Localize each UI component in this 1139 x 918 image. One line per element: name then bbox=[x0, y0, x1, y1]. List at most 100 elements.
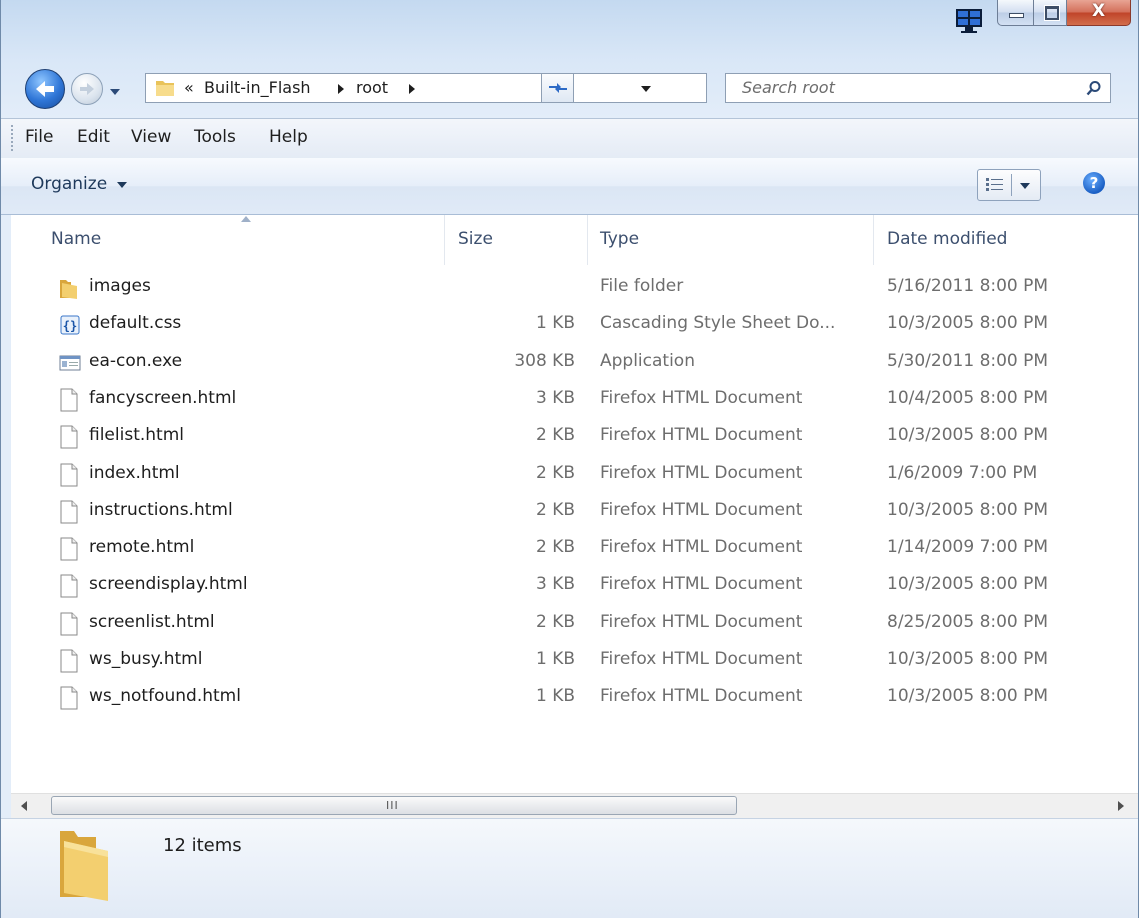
exe-file-icon bbox=[59, 351, 81, 375]
html-file-icon bbox=[59, 463, 79, 487]
column-divider[interactable] bbox=[587, 215, 588, 265]
file-list: Name Size Type Date modified images File … bbox=[11, 215, 1138, 793]
address-bar[interactable]: « Built-in_Flash root bbox=[145, 73, 707, 103]
file-size: 1 KB bbox=[535, 313, 575, 334]
sort-ascending-icon bbox=[241, 216, 251, 222]
minimize-icon bbox=[1009, 13, 1024, 18]
file-size: 2 KB bbox=[535, 425, 575, 446]
file-row[interactable]: screendisplay.html 3 KB Firefox HTML Docum… bbox=[11, 570, 1138, 607]
column-divider[interactable] bbox=[873, 215, 874, 265]
help-icon[interactable]: ? bbox=[1083, 172, 1105, 194]
search-box[interactable]: Search root bbox=[725, 73, 1111, 103]
html-file-icon bbox=[59, 574, 79, 598]
close-button[interactable]: X bbox=[1067, 0, 1131, 26]
menu-help[interactable]: Help bbox=[269, 127, 308, 147]
column-name[interactable]: Name bbox=[51, 229, 101, 249]
recent-pages-dropdown[interactable] bbox=[109, 83, 121, 95]
menu-file[interactable]: File bbox=[25, 127, 53, 147]
file-row[interactable]: index.html 2 KB Firefox HTML Document 1/6/2… bbox=[11, 459, 1138, 496]
file-size: 308 KB bbox=[514, 350, 575, 371]
file-date-modified: 5/30/2011 8:00 PM bbox=[887, 350, 1049, 371]
chevron-down-icon bbox=[110, 89, 120, 95]
display-switch-icon[interactable] bbox=[955, 8, 983, 33]
horizontal-scrollbar[interactable]: III bbox=[11, 793, 1138, 818]
file-name: screendisplay.html bbox=[89, 574, 248, 595]
chevron-down-icon bbox=[116, 182, 127, 188]
file-row[interactable]: ws_busy.html 1 KB Firefox HTML Document 10/… bbox=[11, 645, 1138, 682]
column-divider[interactable] bbox=[444, 215, 445, 265]
breadcrumb-built-in-flash[interactable]: Built-in_Flash bbox=[204, 78, 311, 97]
file-row[interactable]: screenlist.html 2 KB Firefox HTML Document… bbox=[11, 608, 1138, 645]
html-file-icon bbox=[59, 649, 79, 673]
scroll-left-icon[interactable] bbox=[21, 801, 27, 811]
file-name: remote.html bbox=[89, 537, 195, 558]
navigation-bar: « Built-in_Flash root Search root bbox=[25, 69, 1130, 109]
menu-grip bbox=[11, 125, 13, 153]
file-name: ea-con.exe bbox=[89, 350, 183, 371]
refresh-icon bbox=[549, 83, 567, 93]
file-type: File folder bbox=[600, 276, 684, 296]
file-type: Firefox HTML Document bbox=[600, 649, 803, 669]
file-row[interactable]: ea-con.exe 308 KB Application 5/30/2011 8:0… bbox=[11, 347, 1138, 384]
folder-icon bbox=[60, 831, 108, 901]
file-size: 1 KB bbox=[535, 649, 575, 669]
html-file-icon bbox=[59, 388, 79, 412]
file-row[interactable]: filelist.html 2 KB Firefox HTML Document 10… bbox=[11, 421, 1138, 458]
column-date-modified[interactable]: Date modified bbox=[887, 229, 1007, 249]
breadcrumb-root[interactable]: root bbox=[356, 78, 388, 97]
column-type[interactable]: Type bbox=[600, 229, 639, 249]
menu-tools[interactable]: Tools bbox=[194, 127, 236, 147]
file-date-modified: 10/3/2005 8:00 PM bbox=[887, 499, 1049, 520]
search-input[interactable]: Search root bbox=[742, 78, 835, 97]
menu-view[interactable]: View bbox=[131, 127, 171, 147]
file-name: ws_busy.html bbox=[89, 649, 203, 669]
html-file-icon bbox=[59, 425, 79, 449]
scroll-right-icon[interactable] bbox=[1118, 801, 1124, 811]
file-name: filelist.html bbox=[89, 425, 184, 446]
file-type: Firefox HTML Document bbox=[600, 499, 803, 520]
file-name: instructions.html bbox=[89, 499, 233, 520]
file-row[interactable]: remote.html 2 KB Firefox HTML Document 1/14… bbox=[11, 533, 1138, 570]
address-history-chevron-icon[interactable] bbox=[640, 84, 652, 94]
file-size: 1 KB bbox=[535, 686, 575, 707]
search-icon[interactable] bbox=[1086, 80, 1102, 96]
menu-edit[interactable]: Edit bbox=[77, 127, 110, 147]
file-type: Firefox HTML Document bbox=[600, 425, 803, 446]
file-type: Firefox HTML Document bbox=[600, 537, 803, 558]
file-date-modified: 10/3/2005 8:00 PM bbox=[887, 649, 1049, 669]
file-name: fancyscreen.html bbox=[89, 387, 237, 408]
forward-arrow-icon bbox=[80, 83, 94, 95]
minimize-button[interactable] bbox=[997, 0, 1033, 26]
breadcrumb-separator-icon[interactable] bbox=[338, 84, 344, 94]
view-button-separator bbox=[1011, 174, 1012, 196]
file-date-modified: 10/4/2005 8:00 PM bbox=[887, 387, 1049, 408]
back-button[interactable] bbox=[25, 69, 65, 109]
file-row[interactable]: ws_notfound.html 1 KB Firefox HTML Documen… bbox=[11, 682, 1138, 719]
html-file-icon bbox=[59, 537, 79, 561]
file-date-modified: 10/3/2005 8:00 PM bbox=[887, 313, 1049, 334]
details-view-icon bbox=[986, 178, 1003, 191]
maximize-icon bbox=[1045, 6, 1059, 20]
file-type: Firefox HTML Document bbox=[600, 611, 803, 632]
file-size: 2 KB bbox=[535, 462, 575, 483]
breadcrumb-separator-icon[interactable] bbox=[409, 84, 415, 94]
file-row[interactable]: instructions.html 2 KB Firefox HTML Docume… bbox=[11, 496, 1138, 533]
html-file-icon bbox=[59, 612, 79, 636]
file-size: 2 KB bbox=[535, 537, 575, 558]
change-view-button[interactable] bbox=[977, 169, 1041, 201]
forward-button[interactable] bbox=[71, 73, 103, 105]
organize-button[interactable]: Organize bbox=[31, 174, 127, 194]
refresh-button[interactable] bbox=[541, 73, 574, 103]
file-row[interactable]: fancyscreen.html 3 KB Firefox HTML Documen… bbox=[11, 384, 1138, 421]
column-size[interactable]: Size bbox=[458, 229, 493, 249]
maximize-button[interactable] bbox=[1033, 0, 1067, 26]
caption-buttons: X bbox=[955, 0, 1131, 36]
chevron-down-icon[interactable] bbox=[1020, 182, 1030, 190]
file-row[interactable]: {} default.css 1 KB Cascading Style Sheet D… bbox=[11, 309, 1138, 346]
folder-icon bbox=[156, 81, 174, 96]
folder-icon bbox=[59, 276, 79, 300]
file-type: Application bbox=[600, 350, 695, 371]
breadcrumb-overflow[interactable]: « bbox=[184, 78, 194, 97]
file-row[interactable]: images File folder 5/16/2011 8:00 PM bbox=[11, 272, 1138, 309]
scrollbar-thumb[interactable]: III bbox=[51, 796, 737, 815]
